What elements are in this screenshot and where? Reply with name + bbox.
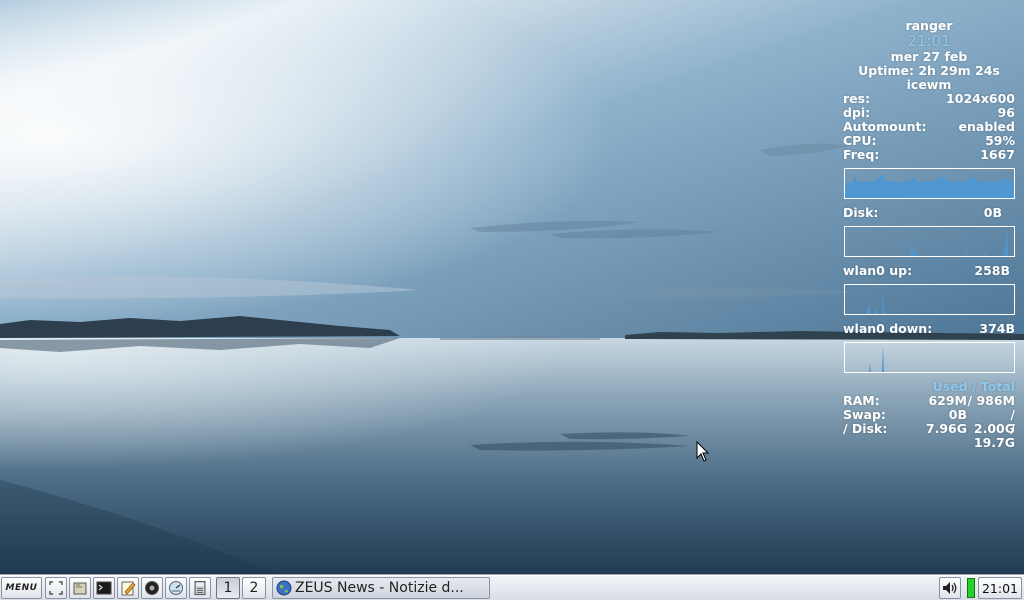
taskbar: MENU 1 2 ZEUS News - Notizie d... 21:01	[0, 575, 1024, 600]
calculator-launcher[interactable]	[189, 577, 211, 599]
stat-label: Automount:	[843, 119, 927, 134]
cpu-graph-area	[845, 174, 1014, 198]
volume-icon	[943, 582, 957, 594]
network-status-indicator[interactable]	[967, 578, 975, 598]
cpu-graph	[844, 168, 1015, 199]
taskbar-clock[interactable]: 21:01	[978, 577, 1022, 599]
media-icon	[145, 581, 159, 595]
taskbar-window-title: ZEUS News - Notizie d...	[295, 580, 464, 596]
browser-launcher[interactable]	[165, 577, 187, 599]
volume-button[interactable]	[939, 577, 961, 599]
workspace-2-button[interactable]: 2	[242, 577, 266, 599]
show-desktop-button[interactable]	[45, 577, 67, 599]
stat-value: 1667	[980, 147, 1015, 162]
terminal-launcher[interactable]	[93, 577, 115, 599]
memory-used: 7.96G	[925, 421, 967, 436]
browser-globe-icon	[276, 580, 292, 596]
memory-label: / Disk:	[843, 421, 888, 436]
stat-value: 1024x600	[946, 91, 1015, 106]
stat-row: Automount: enabled	[843, 120, 1015, 134]
mouse-cursor-icon	[696, 441, 710, 462]
wlan-up-row: wlan0 up: 258B	[843, 264, 1015, 278]
stat-label: dpi:	[843, 105, 871, 120]
terminal-icon	[96, 581, 112, 595]
wlan-down-label: wlan0 down:	[843, 321, 933, 336]
stat-row: dpi: 96	[843, 106, 1015, 120]
memory-label: RAM:	[843, 393, 880, 408]
wlan-up-value: 258B	[974, 263, 1010, 278]
wlan-down-value: 374B	[979, 321, 1015, 336]
memory-total: / 2.00G	[973, 407, 1015, 436]
memory-label: Swap:	[843, 407, 886, 422]
wlan-up-graph	[844, 284, 1015, 315]
stat-label: Freq:	[843, 147, 880, 162]
conky-clock: 21:01	[907, 32, 951, 50]
memory-row: Swap: 0B / 2.00G	[843, 407, 1015, 436]
memory-row: RAM: 629M / 986M	[843, 394, 1015, 408]
uptime: Uptime: 2h 29m 24s	[858, 63, 1000, 78]
files-icon	[73, 582, 87, 595]
stat-row: CPU: 59%	[843, 134, 1015, 148]
files-launcher[interactable]	[69, 577, 91, 599]
wlan-down-row: wlan0 down: 374B	[843, 322, 1015, 336]
browser-icon	[169, 581, 183, 595]
wlan-up-graph-area	[845, 287, 1014, 314]
disk-row: Disk: 0B	[843, 206, 1015, 220]
conky-system-monitor: ranger 21:01 mer 27 feb Uptime: 2h 29m 2…	[843, 18, 1015, 450]
stat-label: res:	[843, 91, 871, 106]
stat-label: CPU:	[843, 133, 877, 148]
stat-value: 59%	[985, 133, 1015, 148]
memory-used: 0B	[948, 407, 967, 422]
show-desktop-icon	[49, 581, 63, 595]
system-tray: 21:01	[939, 577, 1024, 599]
taskbar-window-button[interactable]: ZEUS News - Notizie d...	[272, 577, 490, 599]
hostname: ranger	[905, 18, 953, 33]
media-launcher[interactable]	[141, 577, 163, 599]
start-menu-button[interactable]: MENU	[1, 577, 42, 599]
stat-row: Freq: 1667	[843, 148, 1015, 162]
memory-used: 629M	[928, 393, 967, 408]
memory-row: / Disk: 7.96G / 19.7G	[843, 421, 1015, 450]
stat-value: 96	[997, 105, 1015, 120]
conky-date: mer 27 feb	[890, 49, 968, 64]
memory-header: Used / Total	[932, 379, 1015, 394]
workspace-1-button[interactable]: 1	[216, 577, 240, 599]
disk-label: Disk:	[843, 205, 879, 220]
editor-launcher[interactable]	[117, 577, 139, 599]
editor-icon	[121, 581, 136, 596]
memory-total: / 986M	[967, 393, 1015, 408]
memory-total: / 19.7G	[973, 421, 1015, 450]
disk-graph	[844, 226, 1015, 257]
wlan-up-label: wlan0 up:	[843, 263, 913, 278]
disk-graph-area	[845, 229, 1014, 256]
wlan-down-graph	[844, 342, 1015, 373]
disk-value: 0B	[983, 205, 1002, 220]
stat-row: res: 1024x600	[843, 92, 1015, 106]
wlan-down-graph-area	[845, 345, 1014, 372]
calculator-icon	[194, 581, 206, 595]
stat-value: enabled	[958, 119, 1015, 134]
window-manager: icewm	[906, 77, 952, 92]
